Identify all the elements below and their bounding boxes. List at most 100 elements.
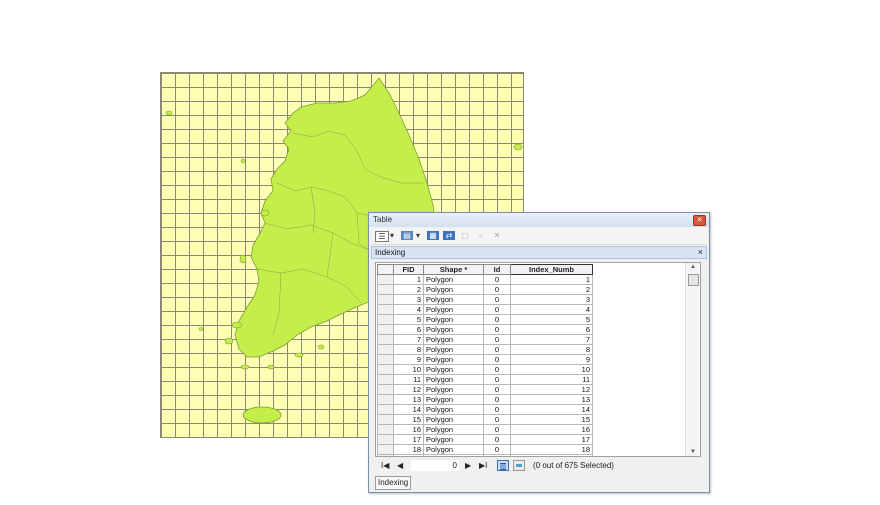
cell-id: 0 <box>483 424 511 435</box>
cell-index-numb: 6 <box>510 324 593 335</box>
row-selector[interactable] <box>377 384 394 395</box>
cell-shape: Polygon <box>423 454 484 456</box>
table-row[interactable]: 7 Polygon 0 7 <box>377 334 593 345</box>
row-selector[interactable] <box>377 404 394 415</box>
table-row[interactable]: 1 Polygon 0 1 <box>377 274 593 285</box>
row-selector[interactable] <box>377 284 394 295</box>
cell-index-numb: 1 <box>510 274 593 285</box>
column-header-shape[interactable]: Shape * <box>423 264 484 275</box>
table-row[interactable]: 5 Polygon 0 5 <box>377 314 593 325</box>
zoom-to-selected-icon[interactable]: ⌕ <box>475 231 487 240</box>
table-row[interactable]: 14 Polygon 0 14 <box>377 404 593 415</box>
delete-selected-icon[interactable]: ✕ <box>491 231 503 240</box>
row-selector[interactable] <box>377 314 394 325</box>
table-row[interactable]: 4 Polygon 0 4 <box>377 304 593 315</box>
last-record-button[interactable]: ▶I <box>479 459 487 473</box>
window-titlebar[interactable]: Table ✕ <box>369 213 709 227</box>
row-selector[interactable] <box>377 424 394 435</box>
cell-shape: Polygon <box>423 414 484 425</box>
cell-index-numb: 18 <box>510 444 593 455</box>
cell-index-numb: 10 <box>510 364 593 375</box>
cell-index-numb: 16 <box>510 424 593 435</box>
table-row[interactable]: 2 Polygon 0 2 <box>377 284 593 295</box>
chevron-down-icon[interactable]: ▾ <box>415 231 421 240</box>
previous-record-button[interactable]: ◀ <box>397 459 403 473</box>
cell-fid: 4 <box>393 304 424 315</box>
column-header-index-numb[interactable]: Index_Numb <box>510 264 593 275</box>
row-selector[interactable] <box>377 434 394 445</box>
current-record-field[interactable]: 0 <box>411 460 459 471</box>
row-selector[interactable] <box>377 274 394 285</box>
row-selector[interactable] <box>377 394 394 405</box>
tab-close-icon[interactable]: × <box>698 247 703 258</box>
row-selector[interactable] <box>377 354 394 365</box>
cell-id: 0 <box>483 384 511 395</box>
cell-fid: 3 <box>393 294 424 305</box>
scroll-up-icon[interactable]: ▲ <box>686 264 700 270</box>
cell-index-numb: 2 <box>510 284 593 295</box>
row-selector[interactable] <box>377 344 394 355</box>
row-selector[interactable] <box>377 324 394 335</box>
cell-id: 0 <box>483 454 511 456</box>
table-row[interactable]: 15 Polygon 0 15 <box>377 414 593 425</box>
row-selector[interactable] <box>377 374 394 385</box>
chevron-down-icon[interactable]: ▾ <box>389 231 395 240</box>
table-row[interactable]: 12 Polygon 0 12 <box>377 384 593 395</box>
column-header-id[interactable]: Id <box>483 264 511 275</box>
vertical-scrollbar[interactable]: ▲ ▼ <box>685 263 700 456</box>
row-selector[interactable] <box>377 454 394 456</box>
cell-shape: Polygon <box>423 314 484 325</box>
attribute-grid[interactable]: FID Shape * Id Index_Numb 1 Polygon 0 1 2 Pol… <box>375 262 701 457</box>
cell-fid: 7 <box>393 334 424 345</box>
table-tab-header[interactable]: Indexing × <box>371 246 707 259</box>
table-row[interactable]: 9 Polygon 0 9 <box>377 354 593 365</box>
table-row[interactable]: 10 Polygon 0 10 <box>377 364 593 375</box>
select-by-attributes-icon[interactable]: ▦ <box>427 231 439 240</box>
table-row[interactable]: 17 Polygon 0 17 <box>377 434 593 445</box>
bottom-tab-indexing[interactable]: Indexing <box>375 476 412 490</box>
table-row[interactable]: 8 Polygon 0 8 <box>377 344 593 355</box>
cell-id: 0 <box>483 364 511 375</box>
row-selector[interactable] <box>377 334 394 345</box>
table-row[interactable]: 3 Polygon 0 3 <box>377 294 593 305</box>
clear-selection-icon[interactable]: ▢ <box>459 231 471 240</box>
show-selected-records-icon[interactable] <box>513 460 525 471</box>
row-selector[interactable] <box>377 364 394 375</box>
cell-fid: 5 <box>393 314 424 325</box>
show-all-records-icon[interactable] <box>497 460 509 471</box>
cell-id: 0 <box>483 414 511 425</box>
close-icon[interactable]: ✕ <box>693 215 706 226</box>
row-selector[interactable] <box>377 444 394 455</box>
next-record-button[interactable]: ▶ <box>465 459 471 473</box>
row-selector-header[interactable] <box>377 264 394 275</box>
cell-index-numb: 8 <box>510 344 593 355</box>
row-selector[interactable] <box>377 304 394 315</box>
table-row[interactable]: 13 Polygon 0 13 <box>377 394 593 405</box>
table-row[interactable]: 18 Polygon 0 18 <box>377 444 593 455</box>
table-row[interactable]: 19Polygon019 <box>377 454 593 456</box>
cell-shape: Polygon <box>423 304 484 315</box>
switch-selection-icon[interactable]: ⇄ <box>443 231 455 240</box>
column-header-fid[interactable]: FID <box>393 264 424 275</box>
first-record-button[interactable]: I◀ <box>381 459 389 473</box>
table-row[interactable]: 16 Polygon 0 16 <box>377 424 593 435</box>
scroll-down-icon[interactable]: ▼ <box>686 449 700 455</box>
cell-shape: Polygon <box>423 384 484 395</box>
row-selector[interactable] <box>377 414 394 425</box>
cell-id: 0 <box>483 374 511 385</box>
scroll-thumb[interactable] <box>688 274 699 286</box>
table-options-icon[interactable]: ☰ <box>375 231 389 242</box>
jeju-island <box>242 406 282 424</box>
cell-id: 0 <box>483 274 511 285</box>
cell-id: 0 <box>483 444 511 455</box>
cell-fid: 19 <box>393 454 424 456</box>
related-tables-icon[interactable]: ▤ <box>401 231 413 240</box>
row-selector[interactable] <box>377 294 394 305</box>
table-row[interactable]: 6 Polygon 0 6 <box>377 324 593 335</box>
cell-id: 0 <box>483 394 511 405</box>
cell-fid: 9 <box>393 354 424 365</box>
table-row[interactable]: 11 Polygon 0 11 <box>377 374 593 385</box>
cell-index-numb: 3 <box>510 294 593 305</box>
record-navigation: I◀ ◀ 0 ▶ ▶I (0 out of 675 Selected) <box>375 459 701 473</box>
cell-shape: Polygon <box>423 434 484 445</box>
